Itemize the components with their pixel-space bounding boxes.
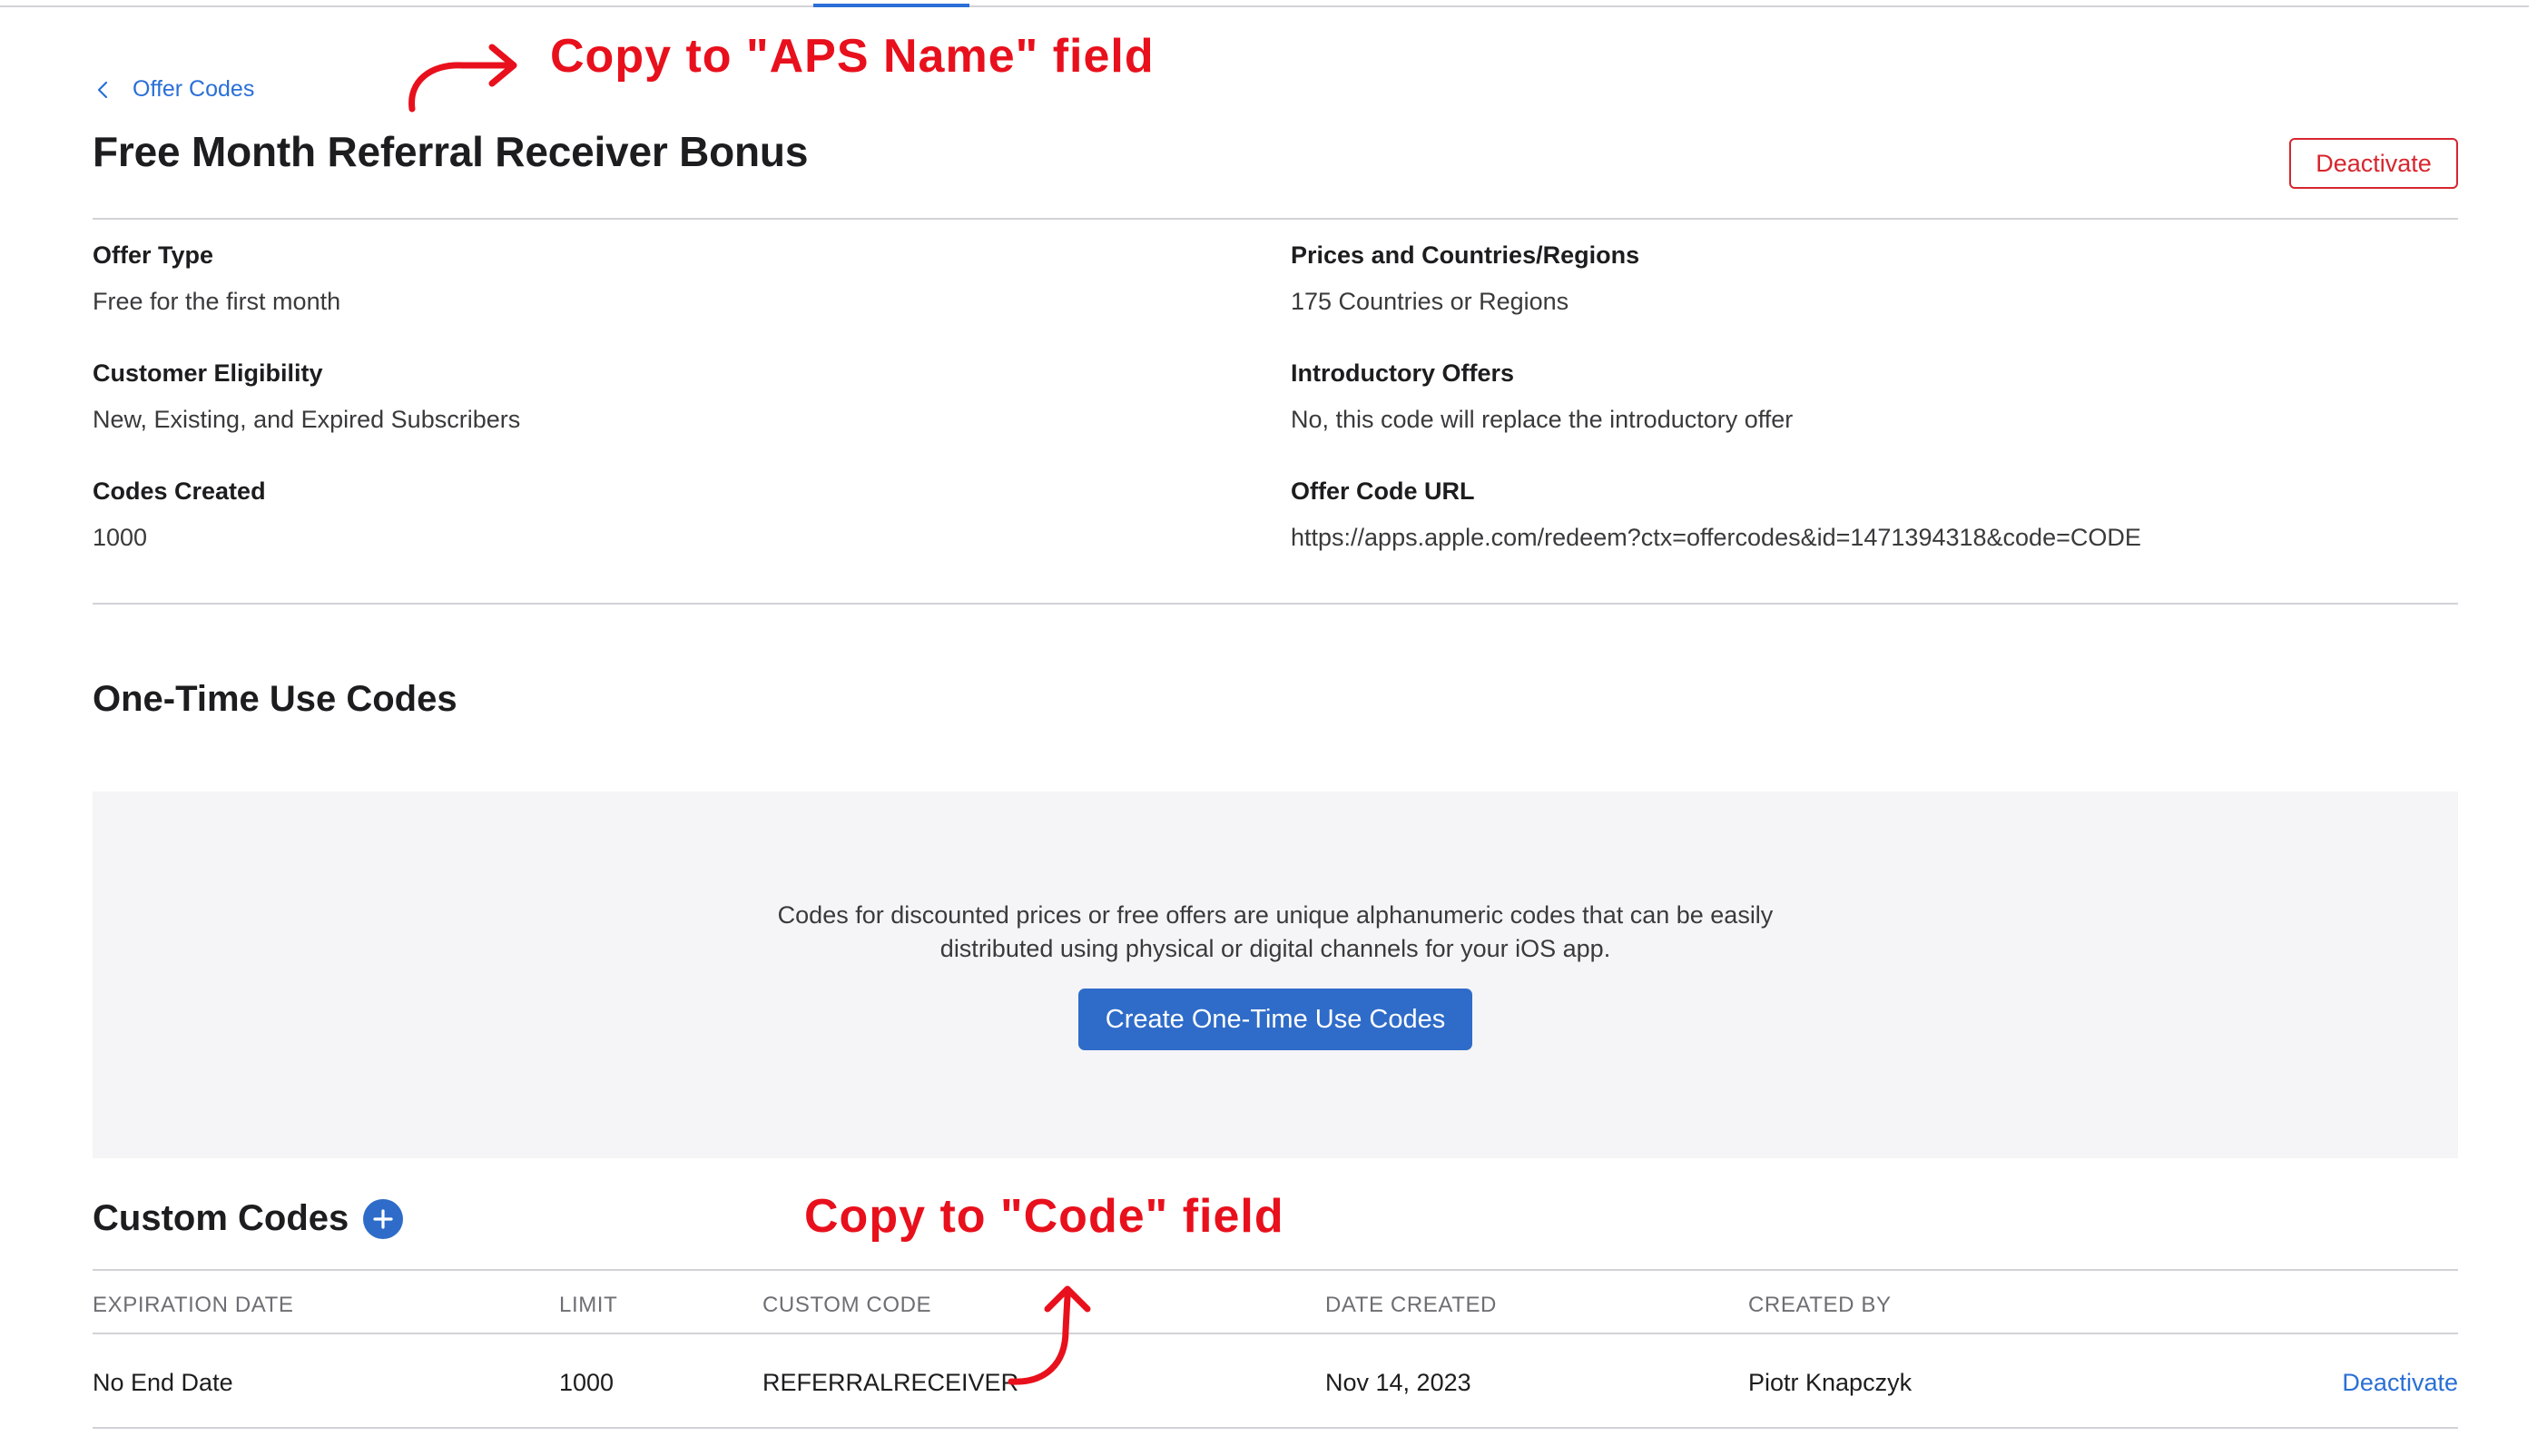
- annotation-aps-name: Copy to "APS Name" field: [550, 30, 1155, 83]
- offer-type-field: Offer Type Free for the first month: [93, 241, 340, 316]
- codes-created-value: 1000: [93, 524, 148, 551]
- page-title: Free Month Referral Receiver Bonus: [93, 128, 809, 175]
- table-top-divider: [93, 1269, 2458, 1271]
- one-time-codes-panel: Codes for discounted prices or free offe…: [93, 792, 2458, 1158]
- column-header-created-by[interactable]: CREATED BY: [1748, 1293, 1892, 1318]
- table-header-divider: [93, 1333, 2458, 1334]
- column-header-expiration-date[interactable]: EXPIRATION DATE: [93, 1293, 293, 1318]
- offer-code-url-value[interactable]: https://apps.apple.com/redeem?ctx=offerc…: [1291, 524, 2141, 552]
- chevron-left-icon: [93, 79, 114, 101]
- introductory-offers-value: No, this code will replace the introduct…: [1291, 406, 1794, 433]
- customer-eligibility-label: Customer Eligibility: [93, 359, 323, 387]
- cell-expiration-date: No End Date: [93, 1369, 233, 1396]
- annotation-code: Copy to "Code" field: [804, 1190, 1284, 1243]
- offer-code-url-field: Offer Code URL https://apps.apple.com/re…: [1291, 477, 2141, 552]
- introductory-offers-label: Introductory Offers: [1291, 359, 1515, 387]
- header-divider: [93, 218, 2458, 220]
- custom-codes-title: Custom Codes: [93, 1198, 349, 1238]
- cell-limit: 1000: [559, 1369, 615, 1396]
- row-deactivate-link[interactable]: Deactivate: [2342, 1369, 2458, 1397]
- custom-codes-header: Custom Codes: [93, 1198, 404, 1239]
- deactivate-offer-button[interactable]: Deactivate: [2289, 138, 2458, 189]
- codes-created-field: Codes Created 1000: [93, 477, 266, 552]
- add-custom-code-button[interactable]: [363, 1198, 404, 1239]
- description-line-2: distributed using physical or digital ch…: [939, 935, 1611, 962]
- one-time-codes-title: One-Time Use Codes: [93, 679, 457, 719]
- info-divider: [93, 603, 2458, 605]
- cell-created-by: Piotr Knapczyk: [1748, 1369, 1913, 1396]
- cell-custom-code: REFERRALRECEIVER: [762, 1369, 1019, 1396]
- table-bottom-divider: [93, 1427, 2458, 1429]
- curved-arrow-icon: [408, 44, 517, 113]
- offer-type-value: Free for the first month: [93, 288, 341, 315]
- description-line-1: Codes for discounted prices or free offe…: [777, 901, 1774, 929]
- offer-code-url-label: Offer Code URL: [1291, 477, 1475, 505]
- prices-countries-field: Prices and Countries/Regions 175 Countri…: [1291, 241, 1639, 316]
- column-header-limit[interactable]: LIMIT: [559, 1293, 617, 1318]
- column-header-custom-code[interactable]: CUSTOM CODE: [762, 1293, 931, 1318]
- plus-circle-icon: [373, 1208, 393, 1229]
- create-one-time-codes-button[interactable]: Create One-Time Use Codes: [1078, 989, 1472, 1050]
- curved-arrow-icon: [1008, 1285, 1091, 1385]
- customer-eligibility-value: New, Existing, and Expired Subscribers: [93, 406, 521, 433]
- prices-countries-value: 175 Countries or Regions: [1291, 288, 1569, 315]
- offer-type-label: Offer Type: [93, 241, 214, 269]
- breadcrumb-label: Offer Codes: [133, 76, 255, 102]
- codes-created-label: Codes Created: [93, 477, 266, 505]
- prices-countries-label: Prices and Countries/Regions: [1291, 241, 1640, 269]
- column-header-date-created[interactable]: DATE CREATED: [1325, 1293, 1497, 1318]
- cell-date-created: Nov 14, 2023: [1325, 1369, 1471, 1396]
- introductory-offers-field: Introductory Offers No, this code will r…: [1291, 359, 1793, 434]
- breadcrumb-back-link[interactable]: Offer Codes: [93, 76, 254, 103]
- customer-eligibility-field: Customer Eligibility New, Existing, and …: [93, 359, 520, 434]
- one-time-codes-description: Codes for discounted prices or free offe…: [93, 899, 2458, 966]
